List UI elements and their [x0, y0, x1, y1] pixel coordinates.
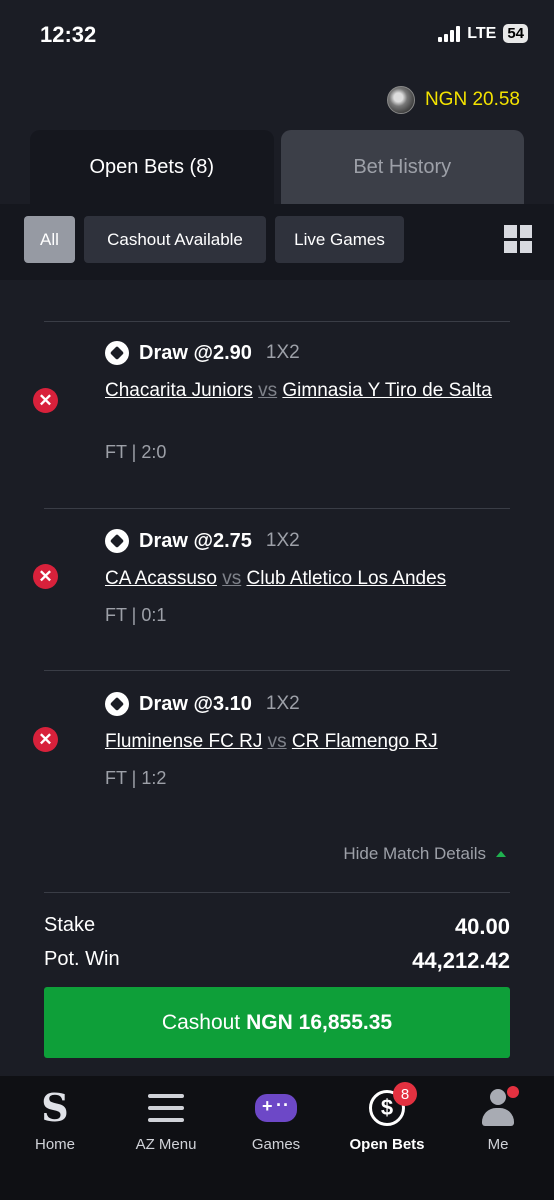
stake-label: Stake: [44, 914, 96, 936]
nav-games-label: Games: [251, 1136, 301, 1153]
grid-view-icon[interactable]: [504, 225, 532, 253]
network-label: LTE: [467, 24, 497, 42]
home-team-link[interactable]: Fluminense FC RJ: [105, 731, 262, 752]
divider: [44, 321, 510, 322]
away-team-link[interactable]: Club Atletico Los Andes: [247, 568, 447, 589]
away-team-link[interactable]: Gimnasia Y Tiro de Salta: [282, 380, 491, 401]
nav-me-label: Me: [487, 1136, 509, 1153]
status-bar: 12:32 LTE 54: [0, 0, 554, 70]
nav-open-bets-label: Open Bets: [349, 1136, 425, 1153]
gamepad-icon: [255, 1088, 297, 1128]
potential-win-value: 44,212.42: [412, 948, 510, 973]
football-icon: [105, 341, 129, 365]
cashout-button[interactable]: Cashout NGN 16,855.35: [44, 987, 510, 1058]
lost-status-icon: ✕: [33, 564, 58, 589]
home-team-link[interactable]: Chacarita Juniors: [105, 380, 253, 401]
divider: [44, 892, 510, 893]
hide-match-details-label: Hide Match Details: [343, 844, 486, 863]
cashout-amount: NGN 16,855.35: [246, 1010, 393, 1034]
open-bets-badge: 8: [393, 1082, 417, 1106]
match-result: FT | 1:2: [105, 768, 167, 788]
open-bets-icon: $ 8: [369, 1082, 417, 1128]
pick-label: Draw @3.10: [139, 692, 252, 715]
match-teams[interactable]: CA Acassuso vs Club Atletico Los Andes: [105, 566, 495, 591]
tab-bet-history[interactable]: Bet History: [280, 130, 524, 204]
status-indicators: LTE 54: [438, 24, 528, 43]
potential-win-label: Pot. Win: [44, 948, 120, 970]
notification-dot: [507, 1086, 519, 1098]
football-icon: [105, 692, 129, 716]
football-icon: [105, 529, 129, 553]
avatar[interactable]: [386, 86, 415, 114]
balance-display[interactable]: NGN 20.58: [386, 86, 520, 114]
user-icon: [481, 1086, 519, 1128]
divider: [44, 670, 510, 671]
lost-status-icon: ✕: [33, 727, 58, 752]
vs-label: vs: [222, 568, 242, 589]
caret-up-icon: [496, 851, 506, 857]
selection-header: Draw @2.75 1X2: [105, 529, 300, 553]
bottom-navigation: S Home AZ Menu Games $ 8 Open Bets Me: [0, 1076, 554, 1200]
cashout-label: Cashout: [161, 1010, 241, 1034]
bet-tabs: Open Bets (8) Bet History: [30, 130, 524, 204]
match-result: FT | 2:0: [105, 442, 167, 462]
pick-label: Draw @2.90: [139, 341, 252, 364]
tab-open-bets[interactable]: Open Bets (8): [30, 130, 274, 204]
stake-row: Stake 40.00: [44, 914, 510, 940]
match-teams[interactable]: Chacarita Juniors vs Gimnasia Y Tiro de …: [105, 378, 495, 403]
pick-label: Draw @2.75: [139, 529, 252, 552]
nav-open-bets[interactable]: $ 8 Open Bets: [332, 1076, 442, 1153]
nav-games[interactable]: Games: [221, 1076, 331, 1153]
market-label: 1X2: [265, 693, 300, 714]
hide-match-details-toggle[interactable]: Hide Match Details: [343, 844, 506, 864]
nav-home-label: Home: [34, 1136, 75, 1153]
menu-icon: [148, 1088, 184, 1128]
stake-value: 40.00: [454, 914, 510, 939]
nav-az-menu[interactable]: AZ Menu: [111, 1076, 221, 1153]
away-team-link[interactable]: CR Flamengo RJ: [292, 731, 438, 752]
match-teams[interactable]: Fluminense FC RJ vs CR Flamengo RJ: [105, 729, 495, 754]
potential-win-row: Pot. Win 44,212.42: [44, 948, 510, 974]
selection-header: Draw @3.10 1X2: [105, 692, 300, 716]
filter-bar: All Cashout Available Live Games: [0, 204, 554, 280]
filter-all-chip[interactable]: All: [24, 216, 75, 263]
market-label: 1X2: [265, 342, 300, 363]
divider: [44, 508, 510, 509]
nav-home[interactable]: S Home: [0, 1076, 110, 1154]
market-label: 1X2: [265, 530, 300, 551]
nav-az-menu-label: AZ Menu: [135, 1136, 197, 1153]
selection-header: Draw @2.90 1X2: [105, 341, 300, 365]
sportybet-logo-icon: S: [41, 1085, 69, 1130]
signal-icon: [438, 25, 461, 42]
nav-me[interactable]: Me: [443, 1076, 553, 1153]
filter-cashout-available-chip[interactable]: Cashout Available: [84, 216, 266, 263]
filter-live-games-chip[interactable]: Live Games: [275, 216, 404, 263]
status-time: 12:32: [40, 22, 97, 47]
balance-amount: NGN 20.58: [424, 89, 520, 110]
vs-label: vs: [258, 380, 278, 401]
bet-details: Draw @2.90 1X2 ✕ Chacarita Juniors vs Gi…: [0, 280, 554, 1076]
match-result: FT | 0:1: [105, 605, 167, 625]
home-team-link[interactable]: CA Acassuso: [105, 568, 217, 589]
lost-status-icon: ✕: [33, 388, 58, 413]
battery-icon: 54: [503, 24, 528, 43]
vs-label: vs: [267, 731, 287, 752]
